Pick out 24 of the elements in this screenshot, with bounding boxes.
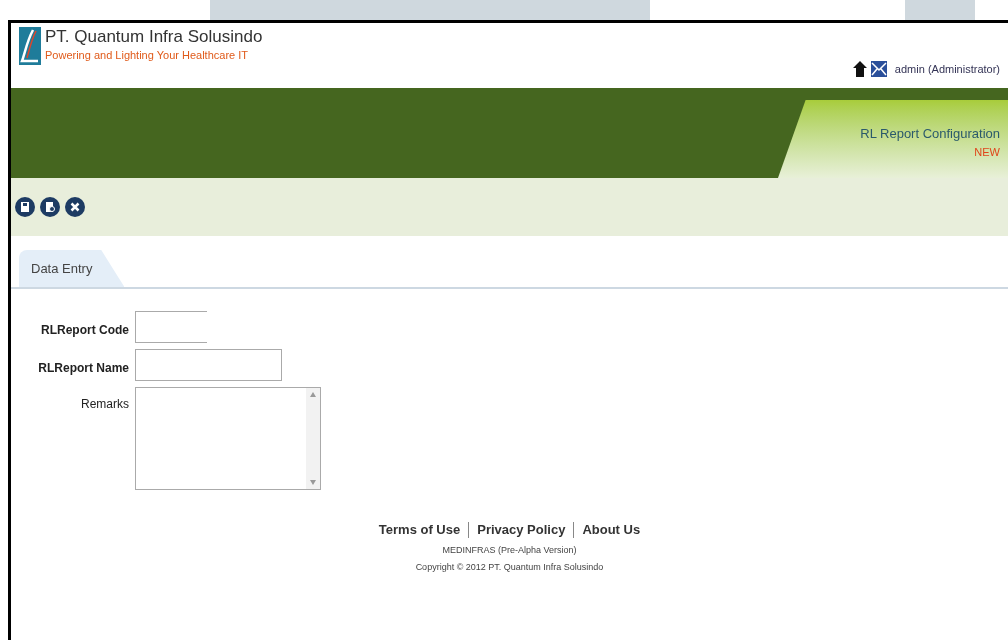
footer-link[interactable]: Privacy Policy: [477, 520, 566, 540]
document-icon[interactable]: [40, 197, 60, 217]
input-field[interactable]: [135, 349, 282, 381]
tagline: Powering and Lighting Your Healthcare IT: [45, 48, 250, 63]
footer-link[interactable]: About Us: [582, 520, 641, 540]
remarks-field[interactable]: [135, 387, 321, 490]
footer-link[interactable]: Terms of Use: [378, 520, 461, 540]
page-title: RL Report Configuration: [860, 125, 1000, 143]
mode-label: NEW: [974, 144, 1000, 160]
field-label: Remarks: [80, 396, 129, 413]
field-label: RLReport Name: [37, 360, 129, 377]
close-icon[interactable]: [65, 197, 85, 217]
copyright-text: Copyright © 2012 PT. Quantum Infra Solusindo: [415, 561, 604, 574]
field-label: RLReport Code: [40, 322, 129, 339]
save-icon[interactable]: [15, 197, 35, 217]
logo-icon: [19, 27, 41, 65]
mail-icon[interactable]: [870, 61, 887, 78]
company-name: PT. Quantum Infra Solusindo: [45, 27, 263, 47]
scroll-down-icon[interactable]: [310, 480, 316, 485]
input-field[interactable]: [135, 311, 207, 343]
user-link[interactable]: admin (Administrator): [894, 61, 1000, 78]
tab[interactable]: Data Entry: [19, 250, 125, 287]
scroll-up-icon[interactable]: [310, 392, 316, 397]
version-text: MEDINFRAS (Pre-Alpha Version): [442, 543, 577, 557]
